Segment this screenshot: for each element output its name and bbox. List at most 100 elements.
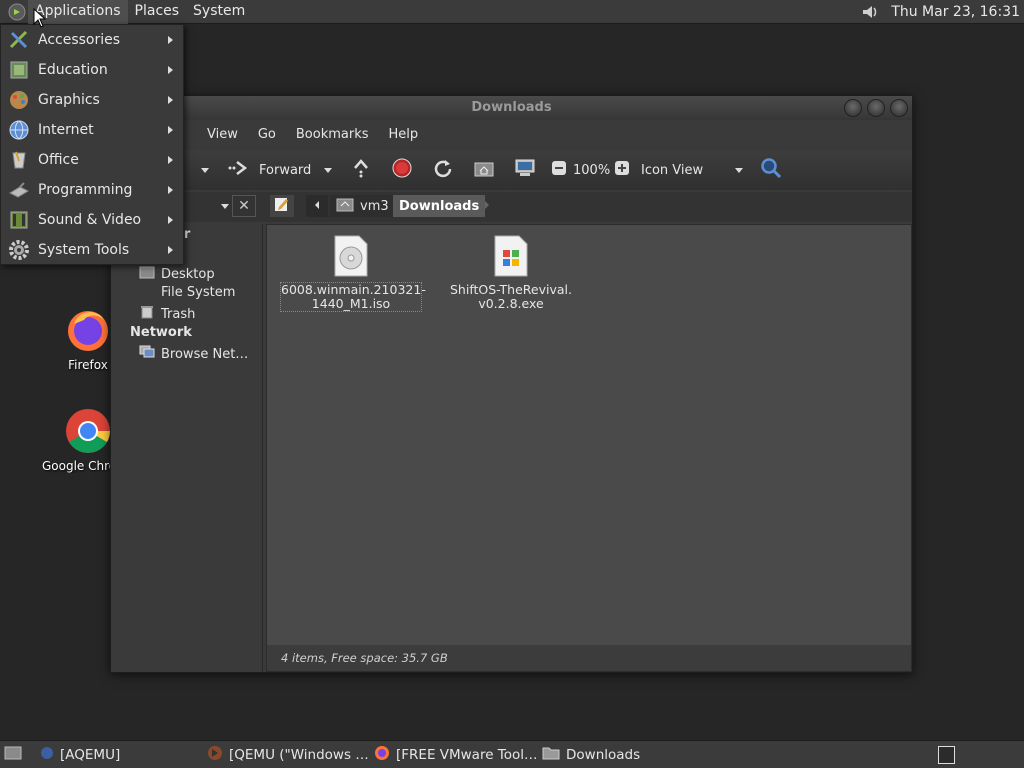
menu-item-label: Accessories [38,32,121,48]
menu-item-label: Programming [38,182,133,198]
menu-item-label: Internet [38,122,94,138]
menu-item-system-tools[interactable]: System Tools [1,235,183,265]
zoom-out-button[interactable] [551,158,567,182]
window-titlebar[interactable]: Downloads [111,96,912,120]
chevron-down-icon [733,164,745,180]
taskbar-item-label: [FREE VMware Tool… [396,747,538,763]
sidebar-pane-select[interactable] [191,195,231,217]
network-icon [139,345,155,363]
show-desktop-button[interactable] [4,745,22,765]
sidebar-item-desktop[interactable]: Desktop [139,265,215,283]
path-forward-button[interactable] [480,195,494,217]
back-dropdown-arrow[interactable] [199,158,211,182]
menu-item-education[interactable]: Education [1,55,183,85]
forward-button[interactable]: Forward [227,158,311,182]
file-view[interactable]: 6008.winmain.210321- 1440_M1.iso ShiftOS… [266,224,912,672]
search-button[interactable] [760,158,782,182]
chevron-right-icon [168,216,173,224]
edit-location-button[interactable] [270,195,294,217]
up-button[interactable] [351,158,371,182]
forward-dropdown-arrow[interactable] [322,158,334,182]
show-desktop-icon [4,745,22,765]
sidebar-item-file-system[interactable]: File System [139,285,235,300]
menu-go[interactable]: Go [248,127,286,142]
chevron-down-icon [219,200,231,216]
volume-icon[interactable] [859,1,881,23]
stop-button[interactable] [392,158,412,182]
menu-item-label: Education [38,62,108,78]
menu-item-internet[interactable]: Internet [1,115,183,145]
reload-icon [433,158,453,182]
view-mode-label: Icon View [641,162,704,178]
path-bar: ✕ vm3 Downloads [111,192,912,222]
menu-item-accessories[interactable]: Accessories [1,25,183,55]
menu-item-sound-video[interactable]: Sound & Video [1,205,183,235]
chevron-right-icon [168,126,173,134]
computer-icon [514,158,536,182]
gear-icon [8,239,30,261]
chevron-right-icon [168,246,173,254]
sidebar-item-trash[interactable]: Trash [139,305,195,323]
accessories-icon [8,29,30,51]
taskbar-item-downloads[interactable]: Downloads [542,745,640,765]
close-sidebar-button[interactable]: ✕ [232,195,256,217]
forward-arrow-icon [227,159,249,181]
places-menu[interactable]: Places [128,0,187,24]
crumb-vm3[interactable]: vm3 [330,195,395,217]
programming-icon [8,179,30,201]
crumb-downloads[interactable]: Downloads [393,195,486,217]
menu-item-office[interactable]: Office [1,145,183,175]
menu-help[interactable]: Help [379,127,429,142]
window-toolbar: Forward 100% Icon View [111,150,912,190]
chevron-right-icon [168,186,173,194]
stop-icon [392,158,412,182]
bottom-panel: [AQEMU] [QEMU ("Windows … [FREE VMware T… [0,740,1024,768]
chevron-right-icon [483,199,491,214]
chevron-right-icon [168,156,173,164]
view-mode-select[interactable]: Icon View [641,158,745,182]
zoom-in-button[interactable] [614,158,630,182]
menu-item-label: Office [38,152,79,168]
menu-view[interactable]: View [197,127,248,142]
computer-button[interactable] [514,158,536,182]
search-icon [760,157,782,183]
forward-label: Forward [259,162,312,178]
taskbar-item-aqemu[interactable]: [AQEMU] [40,745,120,765]
status-bar: 4 items, Free space: 35.7 GB [267,645,911,671]
path-back-button[interactable] [306,195,328,217]
taskbar-item-qemu[interactable]: [QEMU ("Windows … [207,745,369,765]
close-button[interactable] [890,99,908,117]
window-title: Downloads [471,100,552,115]
top-panel: Applications Places System Thu Mar 23, 1… [0,0,1024,24]
edit-location-icon [274,196,290,216]
file-item[interactable]: ShiftOS-TheRevival. v0.2.8.exe [441,235,581,311]
menu-item-graphics[interactable]: Graphics [1,85,183,115]
workspace-switcher[interactable] [938,746,955,764]
sidebar-item-label: Trash [161,306,196,322]
distro-logo-icon[interactable] [6,1,28,23]
clock[interactable]: Thu Mar 23, 16:31 [881,4,1024,20]
graphics-icon [8,89,30,111]
internet-globe-icon [8,119,30,141]
taskbar-item-firefox[interactable]: [FREE VMware Tool… [374,745,538,765]
up-arrow-icon [351,158,371,182]
window-menubar: View Go Bookmarks Help [111,122,912,146]
menu-item-label: Sound & Video [38,212,142,228]
applications-dropdown: Accessories Education Graphics Internet … [0,24,184,265]
trash-icon [139,305,155,323]
reload-button[interactable] [433,158,453,182]
firefox-icon [64,306,112,354]
chevron-right-icon [168,66,173,74]
crumb-label: vm3 [360,198,389,214]
close-icon: ✕ [238,198,250,214]
maximize-button[interactable] [867,99,885,117]
menu-bookmarks[interactable]: Bookmarks [286,127,379,142]
mouse-cursor-icon [33,7,47,32]
file-item[interactable]: 6008.winmain.210321- 1440_M1.iso [280,235,426,312]
minimize-button[interactable] [844,99,862,117]
sidebar-item-browse-network[interactable]: Browse Net… [139,345,248,363]
home-button[interactable] [473,158,495,182]
system-menu[interactable]: System [186,0,252,24]
desktop-folder-icon [139,265,155,283]
menu-item-programming[interactable]: Programming [1,175,183,205]
